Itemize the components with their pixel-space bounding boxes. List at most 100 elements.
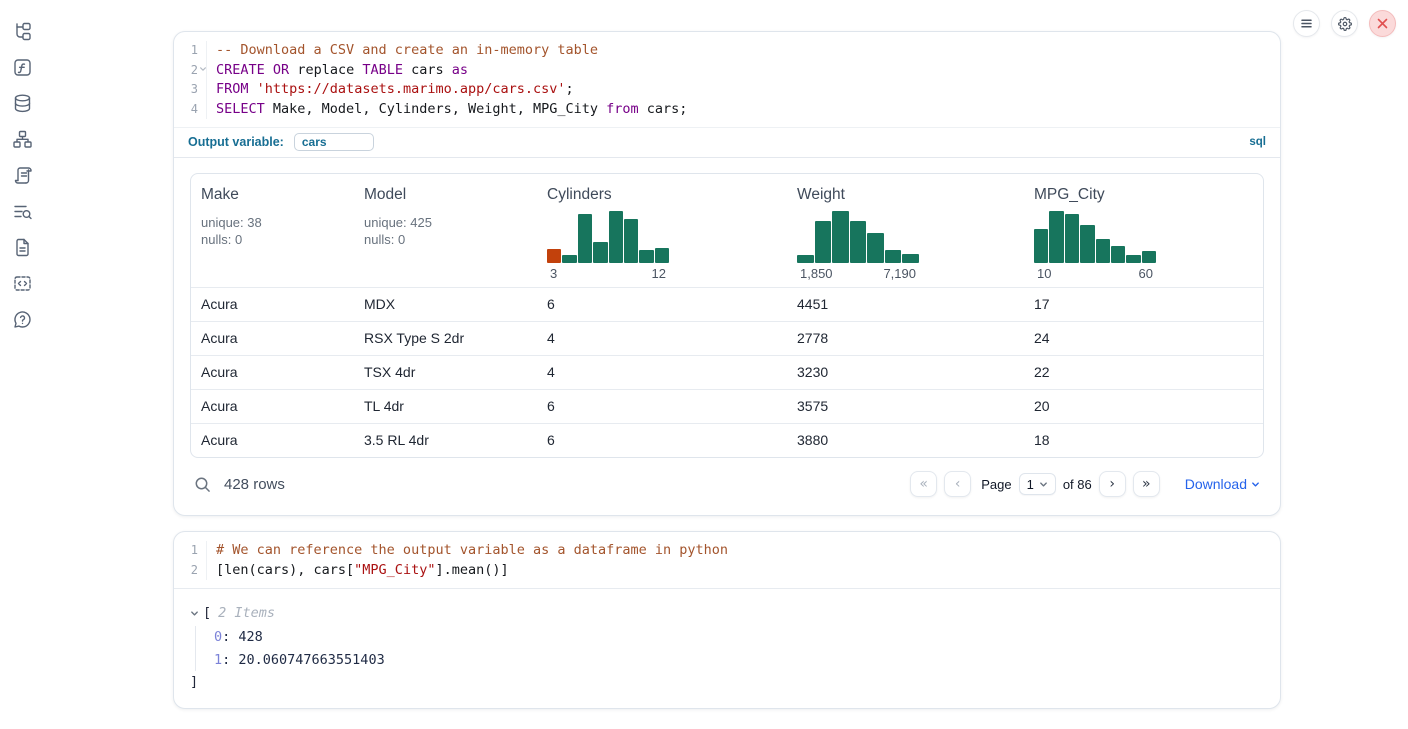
histogram-bar[interactable] [1142,251,1156,263]
functions-icon[interactable] [12,57,33,78]
search-icon[interactable] [194,476,211,493]
open-bracket: [ [203,603,211,624]
code-text: -- Download a CSV and create an in-memor… [207,41,598,61]
page-total: of 86 [1063,477,1092,492]
column-header-model[interactable]: Model unique: 425 nulls: 0 [354,186,537,281]
histogram-bar[interactable] [832,211,849,263]
histogram-bar[interactable] [1096,239,1110,263]
weight-histogram: 1,850 7,190 [797,211,919,281]
histogram-bar[interactable] [1034,229,1048,264]
table-cell: Acura [191,322,354,355]
table-cell: TSX 4dr [354,356,537,389]
column-header-weight[interactable]: Weight 1,850 7,190 [787,186,1024,281]
next-page-button[interactable]: › [1099,471,1126,497]
last-page-button[interactable]: » [1133,471,1160,497]
table-cell: Acura [191,288,354,321]
column-name: Make [201,186,344,204]
code-text: # We can reference the output variable a… [207,541,728,561]
snippets-icon[interactable] [12,273,33,294]
histogram-bar[interactable] [815,221,832,263]
scratchpad-search-icon[interactable] [12,201,33,222]
output-variable-label: Output variable: [188,135,284,149]
column-header-cylinders[interactable]: Cylinders 3 12 [537,186,787,281]
hamburger-icon [1300,17,1313,30]
code-line[interactable]: 3FROM 'https://datasets.marimo.app/cars.… [174,80,1280,100]
histogram-bar[interactable] [593,242,607,263]
sql-cell: 1 -- Download a CSV and create an in-memo… [173,31,1281,516]
code-line[interactable]: 1-- Download a CSV and create an in-memo… [174,41,1280,61]
first-page-button[interactable]: « [910,471,937,497]
histogram-bar[interactable] [1111,246,1125,263]
datasources-icon[interactable] [12,93,33,114]
download-label: Download [1185,476,1247,492]
histogram-bar[interactable] [639,250,653,263]
column-stats: unique: 425 nulls: 0 [364,214,527,248]
table-row[interactable]: AcuraRSX Type S 2dr4277824 [191,321,1263,355]
histogram-bar[interactable] [867,233,884,263]
histogram-bar[interactable] [578,214,592,263]
column-header-mpg-city[interactable]: MPG_City 10 60 [1024,186,1263,281]
code-line[interactable]: 2CREATE OR replace TABLE cars as [174,61,1280,81]
line-number: 4 [174,100,207,120]
histogram-bar[interactable] [885,250,902,263]
table-cell: 18 [1024,424,1263,457]
chevron-down-icon [190,609,199,618]
histogram-bar[interactable] [624,219,638,263]
documentation-icon[interactable] [12,237,33,258]
table-row[interactable]: AcuraTSX 4dr4323022 [191,355,1263,389]
pagination: « ‹ Page 1 of 86 › » Download [910,471,1260,497]
table-cell: Acura [191,390,354,423]
histogram-bar[interactable] [655,248,669,263]
settings-button[interactable] [1331,10,1358,37]
histogram-bar[interactable] [609,211,623,263]
column-header-make[interactable]: Make unique: 38 nulls: 0 [191,186,354,281]
python-editor[interactable]: 1# We can reference the output variable … [174,532,1280,588]
table-cell: 6 [537,424,787,457]
table-row[interactable]: Acura3.5 RL 4dr6388018 [191,423,1263,457]
prev-page-button[interactable]: ‹ [944,471,971,497]
shutdown-button[interactable] [1369,10,1396,37]
help-icon[interactable] [12,309,33,330]
code-line[interactable]: 1# We can reference the output variable … [174,541,1280,561]
tree-toggle-row[interactable]: [ 2 Items [190,603,1264,624]
code-line[interactable]: 2[len(cars), cars["MPG_City"].mean()] [174,561,1280,581]
dependency-graph-icon[interactable] [12,129,33,150]
histogram-bar[interactable] [902,254,919,263]
page-label: Page [981,477,1011,492]
table-cell: 6 [537,288,787,321]
menu-button[interactable] [1293,10,1320,37]
sql-cell-output: Make unique: 38 nulls: 0 Model unique: 4… [174,158,1280,515]
histogram-bar[interactable] [850,221,867,263]
tree-items: 0: 4281: 20.060747663551403 [195,626,1264,671]
language-badge: sql [1249,136,1266,148]
line-number: 2 [174,61,207,81]
column-name: Cylinders [547,186,777,204]
table-cell: 3575 [787,390,1024,423]
sql-editor[interactable]: 1-- Download a CSV and create an in-memo… [174,32,1280,127]
page-select[interactable]: 1 [1019,473,1056,495]
row-count: 428 rows [224,476,285,493]
histogram-bar[interactable] [547,249,561,263]
code-line[interactable]: 4SELECT Make, Model, Cylinders, Weight, … [174,100,1280,120]
column-name: Model [364,186,527,204]
histogram-bar[interactable] [562,255,576,263]
table-cell: 3880 [787,424,1024,457]
histogram-bar[interactable] [1065,214,1079,263]
table-row[interactable]: AcuraTL 4dr6357520 [191,389,1263,423]
histogram-bar[interactable] [1126,255,1140,263]
file-tree-icon[interactable] [12,21,33,42]
list-item: 0: 428 [214,626,1264,649]
gear-icon [1338,17,1352,31]
logs-icon[interactable] [12,165,33,186]
table-cell: MDX [354,288,537,321]
line-number: 3 [174,80,207,100]
fold-chevron-icon[interactable] [199,65,207,73]
histogram-bar[interactable] [797,255,814,263]
histogram-bar[interactable] [1080,225,1094,263]
histogram-bar[interactable] [1049,211,1063,263]
table-cell: Acura [191,356,354,389]
download-button[interactable]: Download [1185,476,1260,492]
table-row[interactable]: AcuraMDX6445117 [191,287,1263,321]
table-cell: TL 4dr [354,390,537,423]
output-variable-input[interactable] [294,133,374,151]
